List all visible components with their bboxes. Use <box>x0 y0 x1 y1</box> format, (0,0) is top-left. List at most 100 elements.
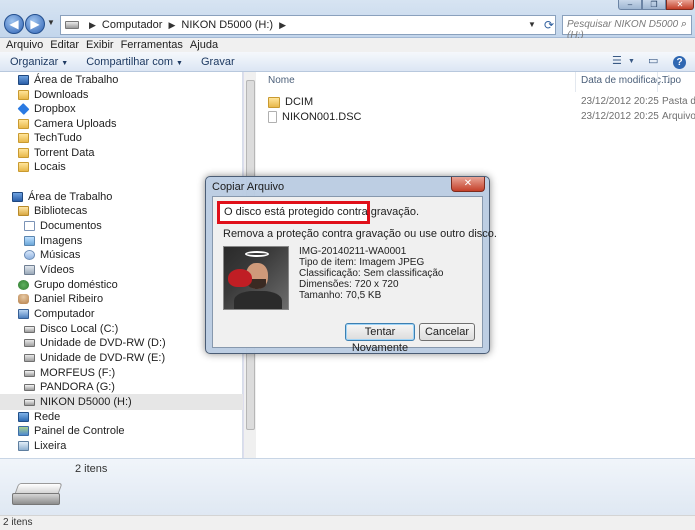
error-message: O disco está protegido contra gravação. <box>217 201 419 224</box>
file-info-name: IMG-20140211-WA0001 <box>299 246 407 257</box>
column-header-name[interactable]: Nome <box>268 75 295 89</box>
nav-label: Imagens <box>40 235 83 247</box>
documents-icon <box>24 221 35 231</box>
dvd-icon <box>24 339 35 347</box>
nav-libraries[interactable]: Bibliotecas <box>18 204 87 218</box>
menu-ajuda[interactable]: Ajuda <box>190 38 218 52</box>
file-name: NIKON001.DSC <box>282 111 362 123</box>
nav-computer[interactable]: Computador <box>18 307 95 321</box>
column-header-type[interactable]: Tipo <box>662 75 681 89</box>
nav-fav-techtudo[interactable]: TechTudo <box>18 131 82 145</box>
command-bar: Organizar ▼ Compartilhar com ▼ Gravar <box>0 52 695 72</box>
nav-label: Bibliotecas <box>34 205 88 217</box>
nav-fav-camera-uploads[interactable]: Camera Uploads <box>18 117 117 131</box>
nav-label: Camera Uploads <box>34 118 117 130</box>
burn-button[interactable]: Gravar <box>201 56 235 68</box>
nav-label: Painel de Controle <box>34 425 125 437</box>
column-divider[interactable] <box>575 72 576 92</box>
nav-fav-locais[interactable]: Locais <box>18 160 66 174</box>
nav-label: MORFEUS (F:) <box>40 367 116 379</box>
nav-documents[interactable]: Documentos <box>24 219 102 233</box>
folder-icon <box>18 148 29 158</box>
nav-drive-g[interactable]: PANDORA (G:) <box>24 380 115 394</box>
folder-icon <box>18 162 29 172</box>
nav-user[interactable]: Daniel Ribeiro <box>18 292 103 306</box>
nav-label: Unidade de DVD-RW (D:) <box>40 337 166 349</box>
column-divider[interactable] <box>657 72 658 92</box>
nav-label: PANDORA (G:) <box>40 381 115 393</box>
nav-desktop[interactable]: Área de Trabalho <box>12 190 112 204</box>
menu-bar: Arquivo Editar Exibir Ferramentas Ajuda <box>0 38 695 52</box>
nav-drive-d[interactable]: Unidade de DVD-RW (D:) <box>24 336 166 350</box>
nav-label: Rede <box>34 411 61 423</box>
cancel-button[interactable]: Cancelar <box>419 323 475 341</box>
user-icon <box>18 294 29 304</box>
share-button[interactable]: Compartilhar com ▼ <box>86 56 183 68</box>
file-row-nikon001[interactable]: NIKON001.DSC <box>268 110 361 124</box>
menu-editar[interactable]: Editar <box>50 38 79 52</box>
share-label: Compartilhar com <box>86 55 174 68</box>
search-icon[interactable]: ⌕ <box>681 18 687 31</box>
nav-control-panel[interactable]: Painel de Controle <box>18 424 125 438</box>
file-row-dcim[interactable]: DCIM <box>268 95 313 109</box>
search-input[interactable]: Pesquisar NIKON D5000 (H:) ⌕ <box>562 15 692 41</box>
address-dropdown-icon[interactable]: ▼ <box>525 15 539 35</box>
dialog-title: Copiar Arquivo <box>212 181 285 193</box>
recent-pages-dropdown[interactable]: ▼ <box>47 18 57 30</box>
retry-button[interactable]: Tentar Novamente <box>345 323 415 354</box>
organize-button[interactable]: Organizar ▼ <box>10 56 68 68</box>
minimize-button[interactable]: – <box>618 0 642 10</box>
file-icon <box>268 111 277 123</box>
nav-drive-h[interactable]: NIKON D5000 (H:) <box>24 395 132 409</box>
nav-label: Músicas <box>40 249 81 261</box>
refresh-icon[interactable]: ⟳ <box>540 15 558 35</box>
file-name: DCIM <box>285 96 314 108</box>
file-info-dimensions: Dimensões: 720 x 720 <box>299 279 399 290</box>
chevron-right-icon[interactable]: ▶ <box>279 20 286 31</box>
organize-label: Organizar <box>10 55 59 68</box>
nav-fav-downloads[interactable]: Downloads <box>18 88 88 102</box>
control-panel-icon <box>18 426 29 436</box>
nav-fav-dropbox[interactable]: Dropbox <box>17 102 76 116</box>
view-options-icon[interactable]: ☰ <box>612 54 622 70</box>
file-info-type: Tipo de item: Imagem JPEG <box>299 257 425 268</box>
nav-drive-e[interactable]: Unidade de DVD-RW (E:) <box>24 351 165 365</box>
menu-arquivo[interactable]: Arquivo <box>6 38 43 52</box>
nav-pictures[interactable]: Imagens <box>24 234 82 248</box>
folder-icon <box>18 133 29 143</box>
nav-label: Documentos <box>40 220 102 232</box>
menu-exibir[interactable]: Exibir <box>86 38 114 52</box>
nav-fav-desktop[interactable]: Área de Trabalho <box>18 73 118 87</box>
file-info: IMG-20140211-WA0001 Tipo de item: Imagem… <box>299 246 444 301</box>
forward-button[interactable]: ▶ <box>25 14 45 34</box>
maximize-button[interactable]: ❐ <box>642 0 666 10</box>
back-button[interactable]: ◀ <box>4 14 24 34</box>
homegroup-icon <box>18 280 29 290</box>
file-date: 23/12/2012 20:25 <box>581 96 659 107</box>
window-close-button[interactable]: ✕ <box>666 0 694 10</box>
chevron-right-icon[interactable]: ▶ <box>168 20 175 31</box>
breadcrumb-computer[interactable]: Computador <box>102 19 163 31</box>
menu-ferramentas[interactable]: Ferramentas <box>121 38 183 52</box>
nav-label: Grupo doméstico <box>34 279 118 291</box>
network-icon <box>18 412 29 422</box>
help-icon[interactable]: ? <box>673 56 686 69</box>
nav-drive-c[interactable]: Disco Local (C:) <box>24 322 118 336</box>
dialog-close-button[interactable]: ✕ <box>451 177 485 192</box>
nav-label: Downloads <box>34 89 89 101</box>
preview-pane-icon[interactable]: ▭ <box>648 54 658 70</box>
drive-icon <box>65 21 79 29</box>
breadcrumb-drive[interactable]: NIKON D5000 (H:) <box>181 19 273 31</box>
nav-videos[interactable]: Vídeos <box>24 263 74 277</box>
nav-music[interactable]: Músicas <box>24 248 80 262</box>
nav-drive-f[interactable]: MORFEUS (F:) <box>24 366 115 380</box>
chevron-down-icon: ▼ <box>61 59 69 67</box>
address-bar[interactable]: ▶ Computador ▶ NIKON D5000 (H:) ▶ <box>60 15 556 35</box>
nav-network[interactable]: Rede <box>18 410 60 424</box>
nav-recycle-bin[interactable]: Lixeira <box>18 439 66 453</box>
nav-fav-torrent-data[interactable]: Torrent Data <box>18 146 95 160</box>
nav-label: Unidade de DVD-RW (E:) <box>40 352 166 364</box>
file-type: Arquivo D <box>662 111 695 122</box>
nav-homegroup[interactable]: Grupo doméstico <box>18 278 118 292</box>
file-info-size: Tamanho: 70,5 KB <box>299 290 382 301</box>
